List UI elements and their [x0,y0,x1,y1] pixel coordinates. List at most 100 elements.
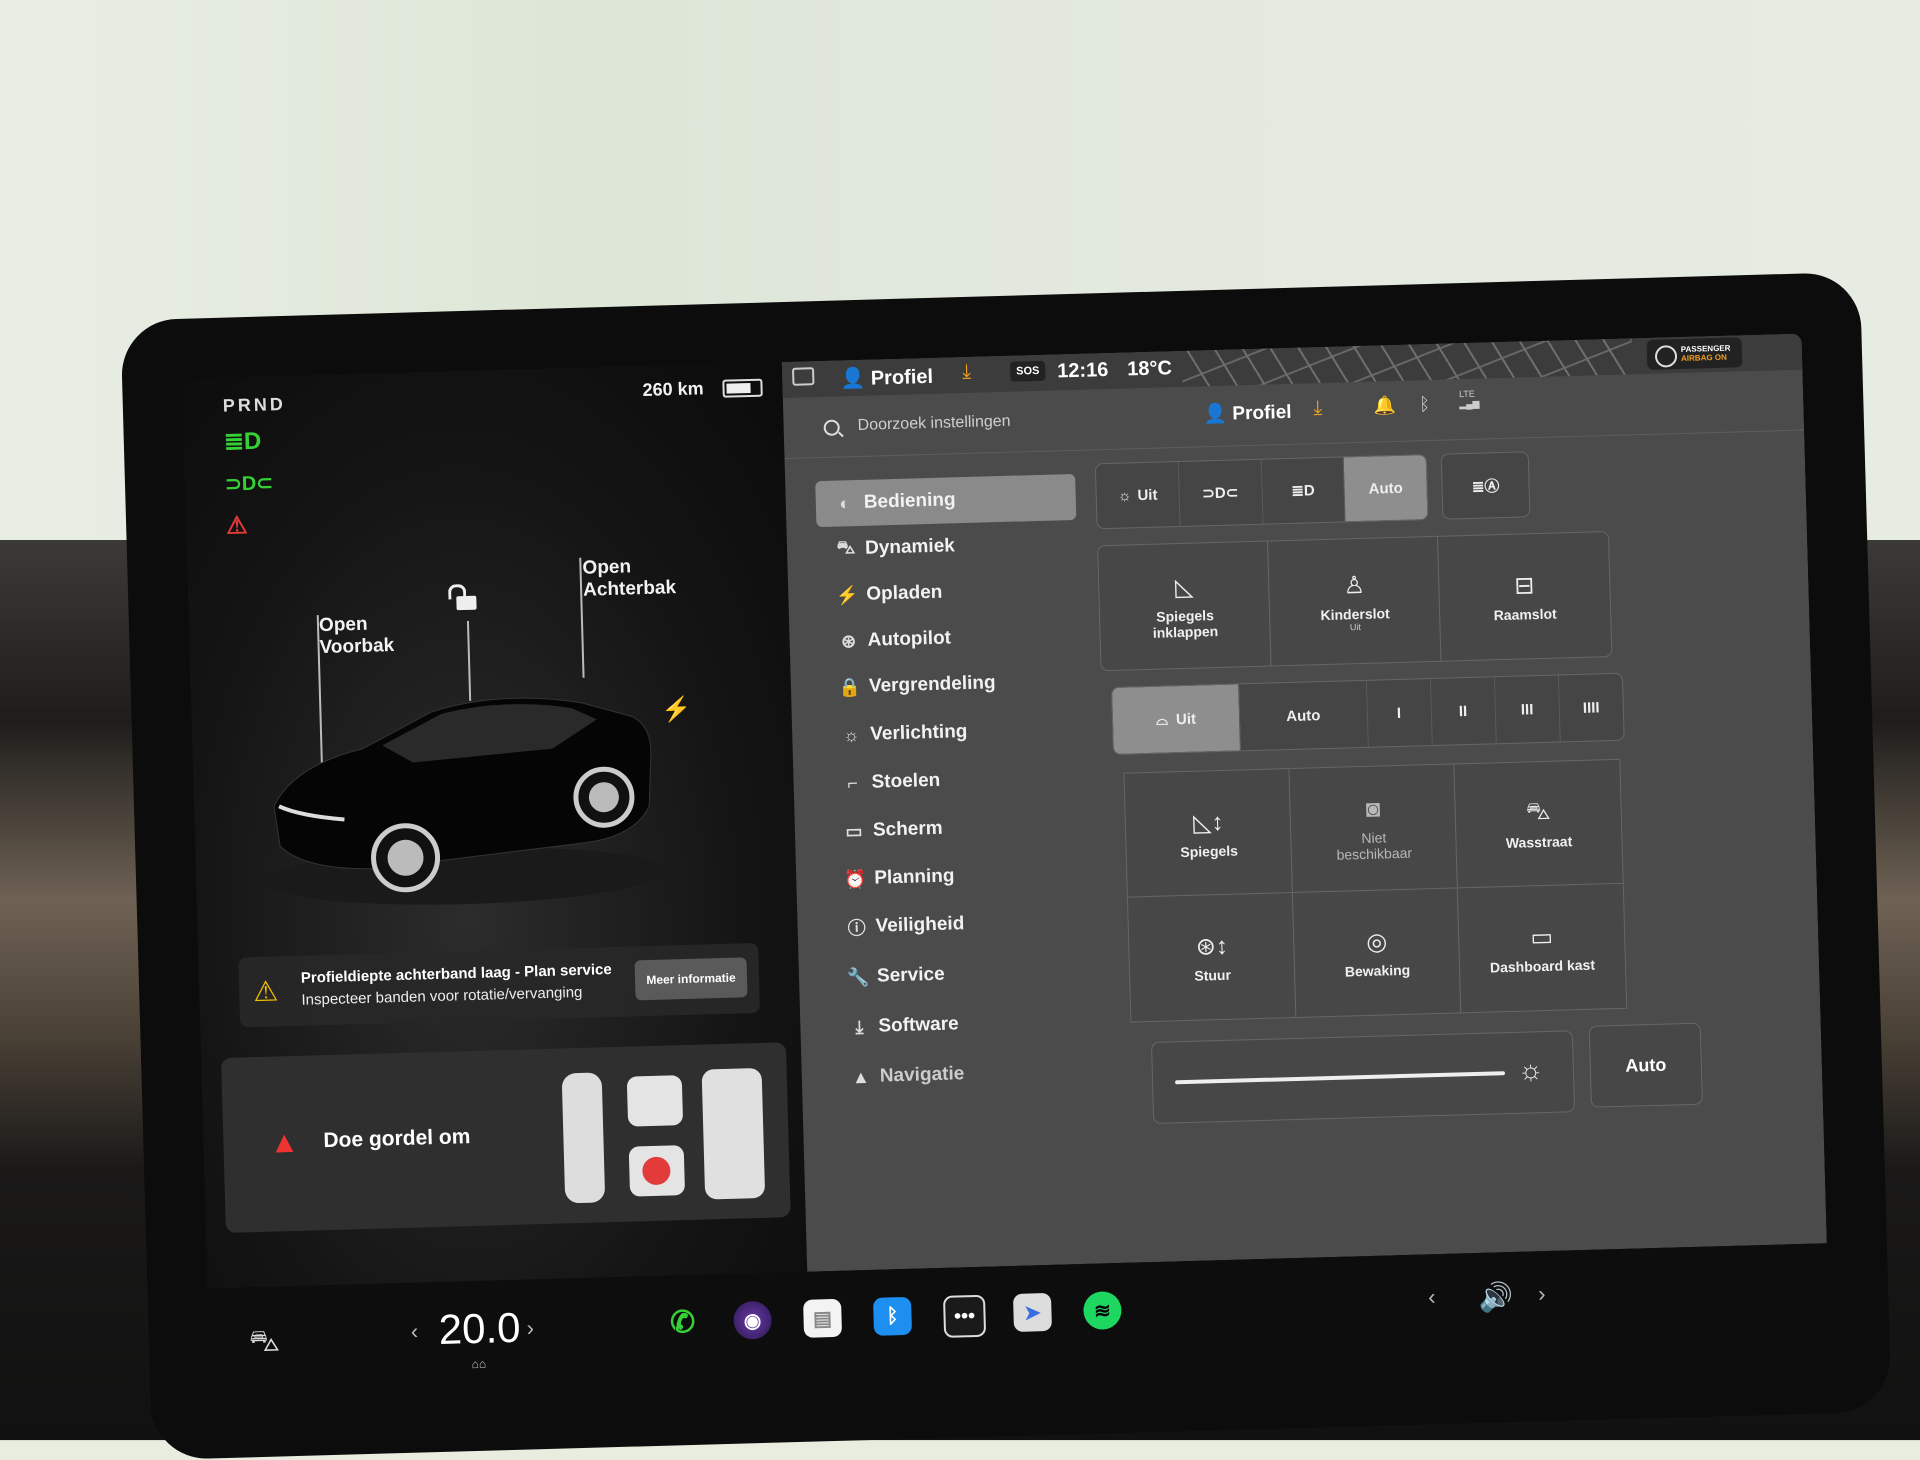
menu-item-navigatie[interactable]: ▲ Navigatie [831,1048,1092,1101]
child-lock-label: Kinderslot [1320,604,1390,623]
toggle-icon: ◐ [839,492,851,514]
settings-menu: ◐ Bediening ⛍ Dynamiek ⚡ Opladen ⊛ Autopilot… [815,473,1077,1087]
menu-label: Opladen [866,581,943,605]
menu-label: Verlichting [869,721,968,745]
temp-up-button[interactable]: › [526,1315,534,1341]
profile-button[interactable]: 👤 Profiel [840,364,933,392]
gear-indicator: PRND [222,393,287,416]
profile-label: Profiel [870,365,934,390]
navigation-app-icon[interactable]: ➤ [1012,1292,1052,1332]
car-icon[interactable]: ⛍ [249,1324,281,1363]
steering-adjust-button[interactable]: ⊛↕ Stuur [1126,891,1298,1023]
menu-label: Vergrendeling [868,672,996,697]
menu-item-verlichting[interactable]: ☼ Verlichting [822,706,1083,759]
phone-icon[interactable]: ✆ [663,1303,702,1342]
settings-profile-button[interactable]: 👤 Profiel [1203,400,1292,426]
wiper-speed-3[interactable]: III [1494,675,1561,744]
volume-up-button[interactable]: › [1538,1281,1546,1307]
wiper-speed-2[interactable]: II [1430,677,1497,746]
settings-search[interactable]: Doorzoek instellingen [813,407,1154,446]
fold-mirrors-button[interactable]: ◺ Spiegels inklappen [1097,540,1273,672]
car-icon: ⛍ [836,537,856,558]
menu-label: Scherm [872,817,943,841]
menu-item-stoelen[interactable]: ⌐ Stoelen [823,754,1084,807]
brightness-track[interactable] [1175,1071,1506,1085]
settings-download-icon[interactable]: ⤓ [1313,397,1322,420]
bluetooth-icon[interactable]: ᛒ [873,1296,913,1336]
sentry-icon: ◎ [1365,927,1388,956]
lights-off-option[interactable]: ☼ Uit [1095,462,1181,529]
menu-item-dynamiek[interactable]: ⛍ Dynamiek [816,520,1077,573]
sun-icon: ☼ [1117,486,1132,505]
charge-port-icon[interactable]: ⚡ [661,695,692,725]
search-input[interactable]: Doorzoek instellingen [857,413,1010,435]
menu-item-bediening[interactable]: ◐ Bediening [815,473,1077,528]
warning-icon: ⚠ [252,975,279,1008]
parking-light-icon: ⊃D⊂ [1202,484,1239,503]
seat-occupancy-diagram [562,1068,765,1204]
camera-app-icon[interactable]: ◉ [733,1300,773,1340]
more-info-button[interactable]: Meer informatie [634,957,748,1001]
glovebox-button[interactable]: ▭ Dashboard kast [1456,882,1628,1014]
camera-icon: ◙ [1365,795,1381,823]
info-icon: ⓘ [847,917,866,939]
menu-item-scherm[interactable]: ▭ Scherm [824,802,1085,855]
wiper-speed-1-label: I [1396,704,1402,722]
sentry-mode-button[interactable]: ◎ Bewaking [1291,887,1463,1018]
volume-icon[interactable]: 🔊 [1478,1280,1514,1314]
sentry-mode-label: Bewaking [1344,961,1411,980]
lock-status-icon[interactable] [792,367,815,386]
menu-item-planning[interactable]: ⏰ Planning [826,850,1087,903]
glovebox-label: Dashboard kast [1489,956,1596,976]
more-apps-icon[interactable]: ••• [942,1294,987,1338]
mirrors-adjust-label: Spiegels [1180,842,1239,860]
child-lock-button[interactable]: ♙ Kinderslot Uit [1267,535,1443,667]
sos-button[interactable]: SOS [1009,360,1046,382]
wiper-off-option[interactable]: ⌓ Uit [1112,684,1242,754]
open-frunk-button[interactable]: Open Voorbak [319,613,395,659]
warning-triangle-icon: ▲ [268,1125,300,1160]
lights-auto-option[interactable]: Auto [1343,455,1428,522]
volume-down-button[interactable]: ‹ [1428,1284,1436,1310]
download-icon[interactable]: ⤓ [962,361,971,384]
download-icon: ⤓ [855,1016,864,1037]
cabin-temperature[interactable]: 20.0 [438,1304,521,1354]
window-lock-button[interactable]: ⊟ Raamslot [1436,531,1613,662]
menu-item-service[interactable]: 🔧 Service [828,948,1089,1001]
menu-item-veiligheid[interactable]: ⓘ Veiligheid [827,898,1088,951]
wiper-speed-4[interactable]: IIII [1559,674,1624,742]
unlock-icon[interactable] [456,595,477,611]
seat-icon: ⌐ [847,772,859,793]
menu-item-opladen[interactable]: ⚡ Opladen [818,566,1079,619]
search-icon [823,419,840,436]
wrench-icon: 🔧 [846,966,870,987]
temp-down-button[interactable]: ‹ [410,1319,418,1345]
brightness-auto-button[interactable]: Auto [1588,1022,1703,1108]
trunk-label-line1: Open [582,556,632,579]
wiper-speed-1[interactable]: I [1366,679,1433,747]
open-trunk-button[interactable]: Open Achterbak [582,555,676,602]
spotify-icon[interactable]: ≋ [1082,1290,1122,1331]
menu-label: Stoelen [871,769,941,793]
menu-item-software[interactable]: ⤓ Software [830,998,1091,1051]
alert-subtitle: Inspecteer banden voor rotatie/vervangin… [301,983,583,1009]
bluetooth-icon[interactable]: ᛒ [1419,394,1430,415]
wiper-auto-option[interactable]: Auto [1239,680,1369,751]
auto-high-beam-button[interactable]: ≣Ⓐ [1440,451,1531,520]
headlights-option[interactable]: ≣D [1261,457,1346,524]
seatbelt-card: ▲ Doe gordel om [221,1042,791,1233]
seat-heater-icon[interactable]: ⌂⌂ [472,1357,487,1371]
parking-lights-option[interactable]: ⊃D⊂ [1178,459,1264,526]
mirrors-adjust-button[interactable]: ◺↕ Spiegels [1123,768,1294,899]
alert-title: Profieldiepte achterband laag - Plan ser… [300,961,612,987]
menu-label: Bediening [863,489,956,513]
menu-item-autopilot[interactable]: ⊛ Autopilot [819,612,1080,665]
fold-mirrors-label: Spiegels inklappen [1152,606,1219,641]
trunk-label-line2: Achterbak [582,577,677,601]
bell-icon[interactable]: 🔔 [1373,395,1396,417]
brightness-slider[interactable]: ☼ [1150,1030,1576,1124]
camera-unavailable-button: ◙ Niet beschikbaar [1288,763,1459,895]
menu-item-vergrendeling[interactable]: 🔒 Vergrendeling [820,658,1081,711]
calendar-icon[interactable]: ▤ [803,1298,843,1338]
car-wash-button[interactable]: ⛍ Wasstraat [1453,758,1624,890]
